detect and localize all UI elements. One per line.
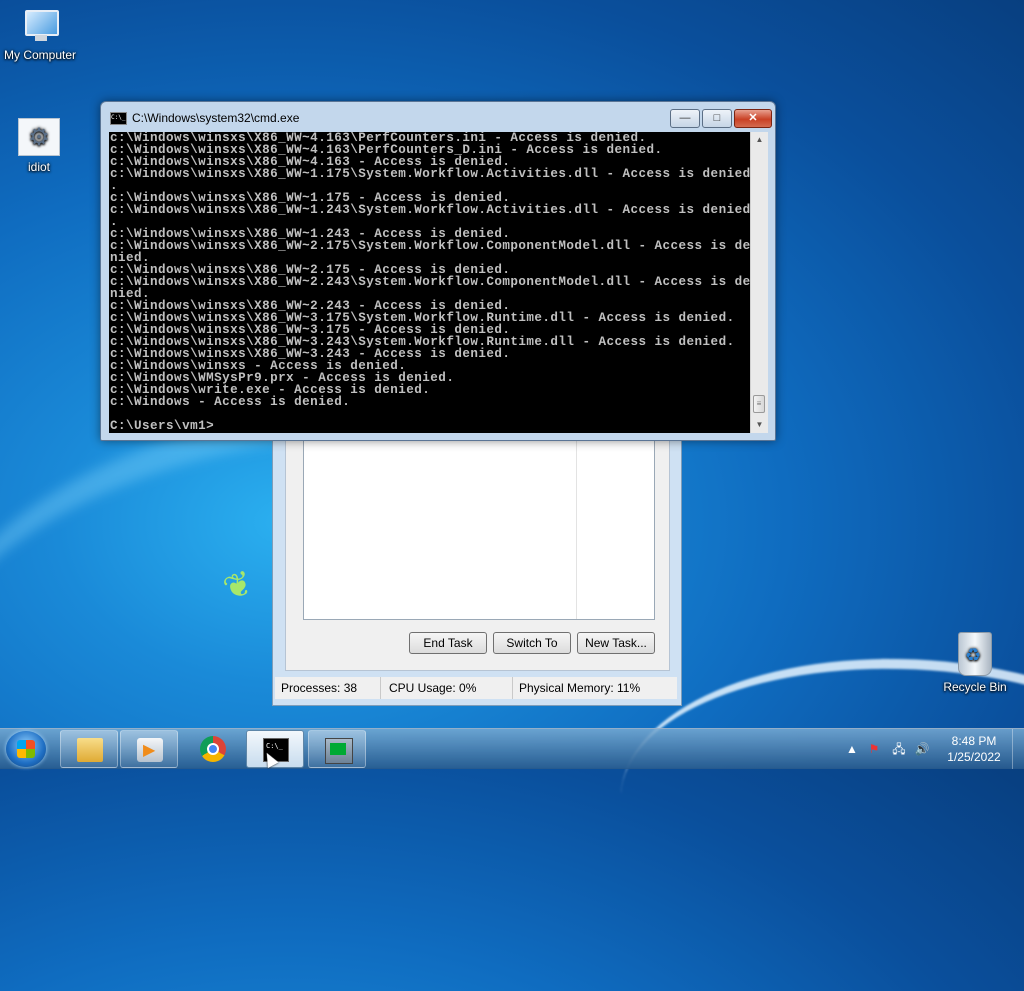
switch-to-button[interactable]: Switch To bbox=[493, 632, 571, 654]
taskbar-item-media-player[interactable] bbox=[120, 730, 178, 768]
start-button[interactable] bbox=[6, 731, 46, 767]
recycle-bin-icon bbox=[958, 632, 992, 676]
end-task-button[interactable]: End Task bbox=[409, 632, 487, 654]
volume-icon[interactable]: 🔊 bbox=[914, 742, 930, 756]
network-icon[interactable]: 🖧 bbox=[891, 742, 907, 756]
minimize-button[interactable]: — bbox=[670, 109, 700, 128]
desktop-icon-recycle-bin[interactable]: Recycle Bin bbox=[933, 632, 1017, 694]
folder-icon bbox=[77, 738, 103, 762]
computer-icon bbox=[19, 10, 61, 44]
console-output[interactable]: c:\Windows\winsxs\X86_WW~4.163\PerfCount… bbox=[109, 132, 750, 433]
windows-logo-icon bbox=[17, 740, 35, 758]
vertical-scrollbar[interactable]: ▲ ≡ ▼ bbox=[750, 132, 768, 433]
task-manager-panel: End Task Switch To New Task... bbox=[285, 434, 670, 671]
desktop-icon-label: My Computer bbox=[3, 48, 77, 62]
title-bar[interactable]: C:\_ C:\Windows\system32\cmd.exe — □ ✕ bbox=[101, 102, 775, 132]
close-button[interactable]: ✕ bbox=[734, 109, 772, 128]
system-clock[interactable]: 8:48 PM 1/25/2022 bbox=[936, 733, 1012, 765]
action-center-flag-icon[interactable]: ⚑ bbox=[866, 742, 882, 756]
taskbar-item-chrome[interactable] bbox=[184, 730, 242, 768]
cmd-window[interactable]: C:\_ C:\Windows\system32\cmd.exe — □ ✕ c… bbox=[100, 101, 776, 441]
clock-time: 8:48 PM bbox=[951, 734, 997, 748]
cmd-icon: C:\_ bbox=[110, 112, 127, 125]
new-task-button[interactable]: New Task... bbox=[577, 632, 655, 654]
clock-date: 1/25/2022 bbox=[947, 750, 1001, 764]
taskbar-item-explorer[interactable] bbox=[60, 730, 118, 768]
desktop-icon-label: Recycle Bin bbox=[943, 680, 1007, 694]
taskbar: C:\_ ▲ ⚑ 🖧 🔊 8:48 PM 1/25/2022 bbox=[0, 728, 1024, 769]
desktop-icon-my-computer[interactable]: My Computer bbox=[0, 10, 82, 62]
show-hidden-icons-arrow-icon[interactable]: ▲ bbox=[844, 742, 860, 756]
task-manager-icon bbox=[325, 738, 353, 764]
taskbar-item-task-manager[interactable] bbox=[308, 730, 366, 768]
task-manager-window[interactable]: End Task Switch To New Task... Processes… bbox=[272, 433, 682, 706]
scroll-up-arrow-icon[interactable]: ▲ bbox=[751, 132, 768, 148]
show-desktop-button[interactable] bbox=[1012, 729, 1024, 769]
maximize-button[interactable]: □ bbox=[702, 109, 732, 128]
chrome-icon bbox=[200, 736, 226, 762]
scroll-thumb[interactable]: ≡ bbox=[753, 395, 765, 413]
console-text: c:\Windows\winsxs\X86_WW~4.163\PerfCount… bbox=[110, 132, 750, 433]
task-list[interactable] bbox=[303, 434, 655, 620]
settings-gear-icon: ⚙ bbox=[18, 118, 60, 156]
window-title: C:\Windows\system32\cmd.exe bbox=[132, 111, 300, 125]
media-player-icon bbox=[137, 738, 163, 762]
processes-count: Processes: 38 bbox=[275, 677, 381, 699]
cpu-usage: CPU Usage: 0% bbox=[383, 677, 513, 699]
status-bar: Processes: 38 CPU Usage: 0% Physical Mem… bbox=[275, 677, 677, 699]
physical-memory: Physical Memory: 11% bbox=[519, 681, 641, 695]
desktop-icon-label: idiot bbox=[27, 160, 50, 174]
scroll-down-arrow-icon[interactable]: ▼ bbox=[751, 417, 768, 433]
desktop-icon-idiot[interactable]: ⚙ idiot bbox=[0, 118, 81, 174]
